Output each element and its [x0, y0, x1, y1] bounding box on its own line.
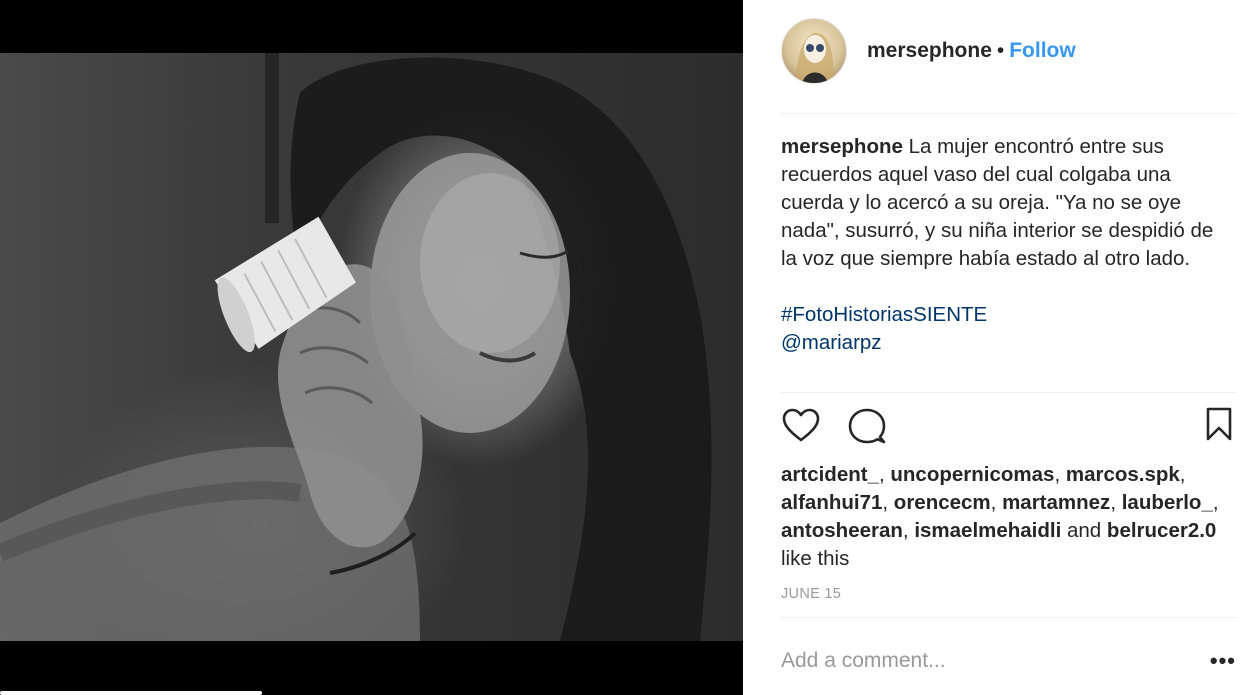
- instagram-post-page: mersephone • Follow mersephone La mujer en…: [0, 0, 1248, 695]
- media-progress-bar: [0, 691, 262, 695]
- like-user-link[interactable]: belrucer2.0: [1107, 519, 1216, 542]
- photo-illustration: [0, 53, 712, 641]
- caption-divider: [781, 392, 1236, 393]
- like-user-link[interactable]: uncopernicomas: [890, 463, 1054, 486]
- comma: ,: [1110, 491, 1117, 514]
- caption: mersephone La mujer encontró entre sus r…: [781, 133, 1216, 273]
- avatar-illustration: [796, 32, 834, 83]
- user-avatar-icon[interactable]: [781, 18, 847, 84]
- comma: ,: [1212, 491, 1219, 514]
- post-photo[interactable]: [0, 53, 743, 641]
- caption-username-link[interactable]: mersephone: [781, 135, 903, 158]
- caption-scroll-area[interactable]: mersephone La mujer encontró entre sus r…: [781, 133, 1216, 391]
- action-bar: [781, 406, 1236, 452]
- likes-suffix: like this: [781, 547, 850, 570]
- and-word: and: [1067, 519, 1102, 542]
- like-user-link[interactable]: alfanhui71: [781, 491, 882, 514]
- like-user-link[interactable]: martamnez: [1002, 491, 1110, 514]
- hashtag-link[interactable]: #FotoHistoriasSIENTE: [781, 301, 1216, 329]
- comma: ,: [902, 519, 909, 542]
- comma: ,: [1054, 463, 1061, 486]
- comma: ,: [990, 491, 997, 514]
- follow-button[interactable]: Follow: [1009, 39, 1076, 62]
- bookmark-icon[interactable]: [1205, 406, 1233, 447]
- like-user-link[interactable]: lauberlo_: [1122, 491, 1213, 514]
- like-user-link[interactable]: ismaelmehaidli: [914, 519, 1061, 542]
- header-text: mersephone • Follow: [867, 38, 1076, 64]
- like-user-link[interactable]: marcos.spk: [1066, 463, 1180, 486]
- like-user-link[interactable]: antosheeran: [781, 519, 903, 542]
- header-divider: [781, 113, 1236, 114]
- comment-row: •••: [781, 636, 1236, 686]
- comma: ,: [878, 463, 885, 486]
- post-header: mersephone • Follow: [781, 18, 1236, 113]
- post-side-panel: mersephone • Follow mersephone La mujer en…: [743, 0, 1248, 695]
- comma: ,: [1179, 463, 1186, 486]
- mention-link[interactable]: @mariarpz: [781, 329, 1216, 357]
- heart-icon[interactable]: [781, 406, 821, 451]
- more-options-icon[interactable]: •••: [1210, 650, 1236, 672]
- comment-icon[interactable]: [847, 406, 887, 451]
- comment-divider: [781, 617, 1236, 618]
- comment-input[interactable]: [781, 649, 1210, 673]
- like-user-link[interactable]: artcident_: [781, 463, 879, 486]
- likes-summary: artcident_, uncopernicomas, marcos.spk, …: [781, 461, 1246, 573]
- like-user-link[interactable]: orencecm: [894, 491, 991, 514]
- post-date[interactable]: JUNE 15: [781, 586, 841, 602]
- caption-tags: #FotoHistoriasSIENTE @mariarpz: [781, 301, 1216, 357]
- username-link[interactable]: mersephone: [867, 39, 992, 62]
- comma: ,: [882, 491, 889, 514]
- separator-dot: •: [996, 39, 1005, 62]
- post-media: [0, 0, 743, 695]
